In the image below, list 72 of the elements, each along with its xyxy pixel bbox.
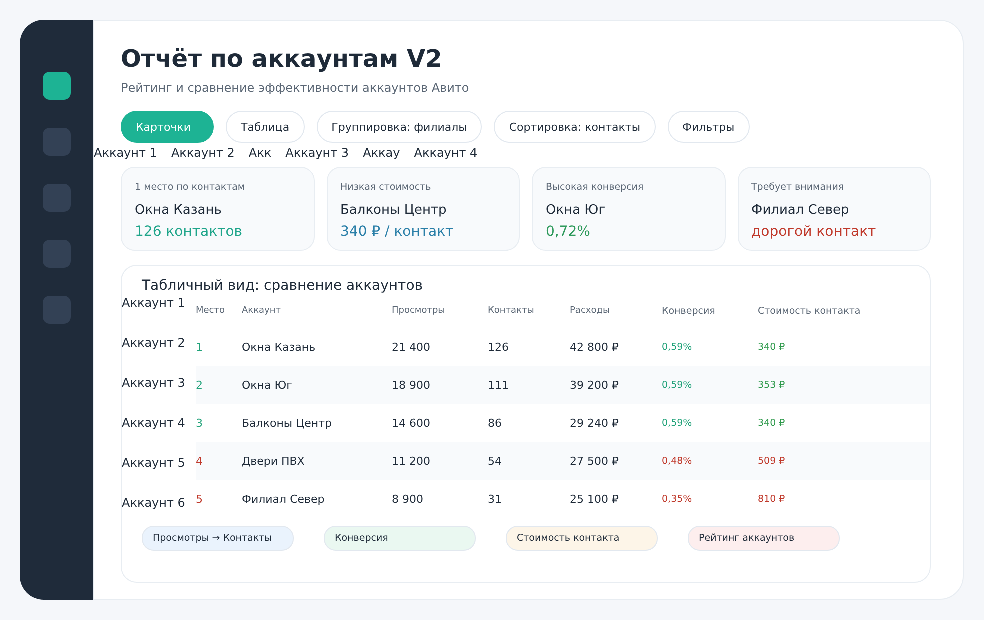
table-cell-text: 42 800 ₽ (570, 340, 620, 354)
table-cell-text: 810 ₽ (758, 494, 786, 504)
table-cell-text: 0,59% (662, 380, 694, 390)
column-header: Место (196, 306, 226, 316)
table-cell-text: 111 (488, 378, 510, 392)
table-cell-text: 4 (196, 454, 204, 468)
legend-chip: Рейтинг аккаунтов (688, 526, 840, 551)
legend-chip: Стоимость контакта (506, 526, 658, 551)
column-header: Просмотры (392, 306, 446, 316)
table-cell-text: 340 ₽ (758, 342, 786, 352)
table-cell-text: 25 100 ₽ (570, 492, 620, 506)
table-cell-text: Окна Юг (242, 378, 294, 392)
card-caption: Низкая стоимость (340, 182, 432, 193)
tab[interactable]: Группировка: филиалы (316, 111, 482, 143)
table-cell-text: 0,59% (662, 342, 694, 352)
table-cell-text: 3 (196, 416, 204, 430)
tab[interactable]: Фильтры (668, 111, 750, 143)
table-cell-text: Двери ПВХ (242, 454, 306, 468)
table-cell-text: 18 900 (392, 378, 432, 392)
account-label: Акк (248, 146, 272, 160)
table-title: Табличный вид: сравнение аккаунтов (141, 278, 424, 294)
table-cell-text: 1 (196, 340, 204, 354)
legend-chip: Просмотры → Контакты (142, 526, 294, 551)
card-account-name: Балконы Центр (340, 203, 448, 218)
tab[interactable]: Сортировка: контакты (494, 111, 656, 143)
table-cell-text: 0,59% (662, 418, 694, 428)
table-cell-text: 8 900 (392, 492, 424, 506)
table-cell-text: 86 (488, 416, 503, 430)
table-cell-text: Окна Казань (242, 340, 317, 354)
table-cell-text: 39 200 ₽ (570, 378, 620, 392)
account-label: Аккаунт 1 (94, 146, 158, 160)
table-cell-text: 2 (196, 378, 204, 392)
page-subtitle: Рейтинг и сравнение эффективности аккаунтов Авито (121, 81, 470, 95)
table-cell-text: 509 ₽ (758, 456, 786, 466)
account-label: Аккаунт 3 (286, 146, 350, 160)
table-cell-text: 340 ₽ (758, 418, 786, 428)
card-account-name: Филиал Север (752, 203, 850, 218)
card-account-name: Окна Казань (135, 203, 223, 218)
account-label: Аккау (363, 146, 400, 160)
column-header: Расходы (570, 306, 612, 316)
table-cell-text: 11 200 (392, 454, 432, 468)
card-caption: Высокая конверсия (546, 182, 645, 193)
card-caption: 1 место по контактам (135, 182, 246, 193)
table-cell-text: 126 (488, 340, 510, 354)
account-label: Аккаунт 2 (171, 146, 235, 160)
table-cell-text: 54 (488, 454, 503, 468)
table-cell-text: 0,48% (662, 456, 694, 466)
card-value: 340 ₽ / контакт (340, 224, 455, 240)
table-cell-text: Балконы Центр (242, 416, 333, 430)
table-cell-text: Филиал Север (242, 492, 326, 506)
column-header: Конверсия (662, 306, 716, 316)
column-header: Контакты (488, 306, 536, 316)
table-cell-text: 31 (488, 492, 503, 506)
card-value: 0,72% (546, 224, 592, 240)
card-caption: Требует внимания (752, 182, 846, 193)
legend-chip: Конверсия (324, 526, 476, 551)
account-label: Аккаунт 4 (414, 146, 478, 160)
tab[interactable]: Таблица (226, 111, 305, 143)
table-cell-text: 5 (196, 492, 204, 506)
table-cell-text: 353 ₽ (758, 380, 786, 390)
table-cell-text: 0,35% (662, 494, 694, 504)
table-cell-text: 14 600 (392, 416, 432, 430)
table-cell-text: 21 400 (392, 340, 432, 354)
sidebar-item[interactable] (42, 72, 70, 100)
table-cell-text: 27 500 ₽ (570, 454, 620, 468)
column-header: Аккаунт (242, 306, 282, 316)
card-value: 126 контактов (135, 224, 244, 240)
card-value: дорогой контакт (752, 224, 878, 240)
page-title: Отчёт по аккаунтам V2 (121, 45, 444, 73)
column-header: Стоимость контакта (758, 306, 862, 316)
card-account-name: Окна Юг (546, 203, 607, 218)
table-cell-text: 29 240 ₽ (570, 416, 620, 430)
